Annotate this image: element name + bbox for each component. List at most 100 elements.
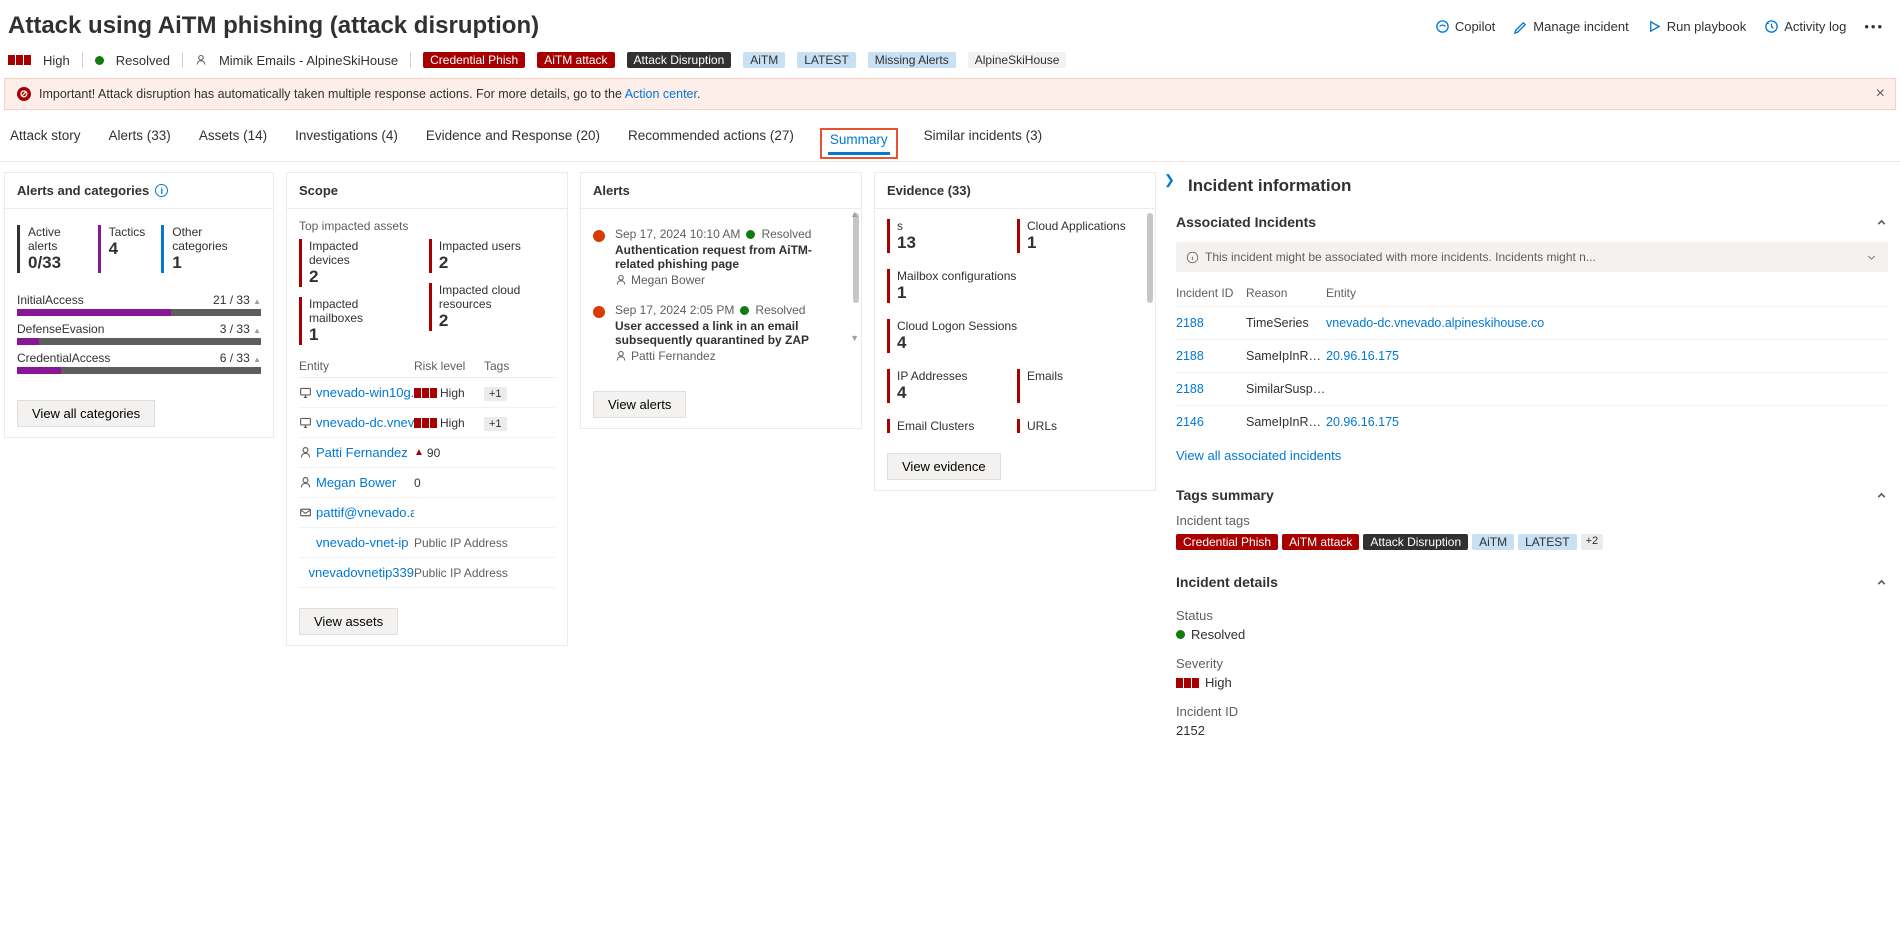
chevron-up-icon <box>1875 489 1888 502</box>
status-label: Status <box>1176 608 1888 623</box>
activity-log-button[interactable]: Activity log <box>1764 19 1846 34</box>
incident-tag[interactable]: Attack Disruption <box>627 52 732 68</box>
active-alerts-stat: Active alerts0/33 <box>17 225 98 273</box>
copilot-button[interactable]: Copilot <box>1435 19 1495 34</box>
disruption-banner: ⊘ Important! Attack disruption has autom… <box>4 78 1896 110</box>
view-evidence-button[interactable]: View evidence <box>887 453 1001 480</box>
associated-incident-row[interactable]: 2188TimeSeriesvnevado-dc.vnevado.alpines… <box>1176 306 1888 339</box>
scroll-up-icon[interactable]: ▲ <box>850 209 859 219</box>
alert-severity-dot-icon <box>593 230 605 242</box>
section-header[interactable]: Tags summary <box>1176 483 1888 507</box>
entity-table-header: EntityRisk levelTags <box>299 355 555 378</box>
scope-subtitle: Top impacted assets <box>299 219 555 239</box>
category-row[interactable]: InitialAccess21 / 33 ▲ <box>17 293 261 316</box>
incident-tag[interactable]: Attack Disruption <box>1363 534 1468 550</box>
view-assets-button[interactable]: View assets <box>299 608 398 635</box>
evidence-stat: Email Clusters <box>887 419 987 433</box>
severity-icon <box>8 55 31 65</box>
incident-tag[interactable]: AiTM attack <box>537 52 614 68</box>
tab-summary[interactable]: Summary <box>828 132 890 155</box>
association-info-message: This incident might be associated with m… <box>1176 242 1888 272</box>
incident-tags-label: Incident tags <box>1176 513 1888 528</box>
view-all-categories-button[interactable]: View all categories <box>17 400 155 427</box>
incident-tag[interactable]: AiTM attack <box>1282 534 1359 550</box>
incident-id-label: Incident ID <box>1176 704 1888 719</box>
associated-incident-row[interactable]: 2188SameIpInRecen...20.96.16.175 <box>1176 339 1888 372</box>
page-title: Attack using AiTM phishing (attack disru… <box>8 12 539 40</box>
banner-close-icon[interactable]: × <box>1876 85 1885 103</box>
chevron-up-icon <box>1875 576 1888 589</box>
tab-recommended[interactable]: Recommended actions (27) <box>626 128 796 161</box>
severity-label: Severity <box>1176 656 1888 671</box>
incident-tag[interactable]: Credential Phish <box>423 52 525 68</box>
more-tags-count[interactable]: +2 <box>1581 534 1604 550</box>
summary-content: Alerts and categoriesi Active alerts0/33… <box>0 162 1900 768</box>
scrollbar[interactable] <box>1147 213 1153 303</box>
run-playbook-button[interactable]: Run playbook <box>1647 19 1747 34</box>
alerts-card: Alerts ▲ ▼ Sep 17, 2024 10:10 AMResolved… <box>580 172 862 429</box>
associated-incident-row[interactable]: 2188SimilarSuspicio... <box>1176 372 1888 405</box>
incident-tag[interactable]: Credential Phish <box>1176 534 1278 550</box>
incident-tag[interactable]: LATEST <box>1518 534 1576 550</box>
entity-row[interactable]: Megan Bower0 <box>299 468 555 498</box>
incident-meta: High Resolved Mimik Emails - AlpineSkiHo… <box>0 48 1900 78</box>
alert-item[interactable]: Sep 17, 2024 10:10 AMResolved Authentica… <box>593 219 849 295</box>
evidence-stat: Cloud Logon Sessions4 <box>887 319 1017 353</box>
tab-attack-story[interactable]: Attack story <box>8 128 83 161</box>
tab-alerts[interactable]: Alerts (33) <box>107 128 173 161</box>
info-icon <box>1186 251 1199 264</box>
card-title: Alerts <box>581 173 861 209</box>
header-actions: Copilot Manage incident Run playbook Act… <box>1435 19 1884 34</box>
more-button[interactable]: ••• <box>1864 19 1884 34</box>
evidence-stat: IP Addresses4 <box>887 369 987 403</box>
manage-incident-button[interactable]: Manage incident <box>1513 19 1628 34</box>
other-categories-stat: Other categories1 <box>161 225 261 273</box>
tab-evidence[interactable]: Evidence and Response (20) <box>424 128 602 161</box>
banner-warning-icon: ⊘ <box>17 87 31 101</box>
associated-incidents-section: Associated Incidents This incident might… <box>1176 210 1888 463</box>
tab-assets[interactable]: Assets (14) <box>197 128 269 161</box>
tab-investigations[interactable]: Investigations (4) <box>293 128 400 161</box>
section-header[interactable]: Incident details <box>1176 570 1888 594</box>
evidence-stat: URLs <box>1017 419 1117 433</box>
entity-row[interactable]: vnevado-win10g.v... High+1 <box>299 378 555 408</box>
scrollbar[interactable] <box>853 213 859 303</box>
owner-text: Mimik Emails - AlpineSkiHouse <box>219 53 398 68</box>
incident-tag[interactable]: AlpineSkiHouse <box>968 52 1067 68</box>
category-row[interactable]: DefenseEvasion3 / 33 ▲ <box>17 322 261 345</box>
entity-row[interactable]: vnevadovnetip339Public IP Address <box>299 558 555 588</box>
alert-severity-dot-icon <box>593 306 605 318</box>
info-icon[interactable]: i <box>155 184 168 197</box>
incident-tabs: Attack story Alerts (33) Assets (14) Inv… <box>0 110 1900 162</box>
entity-row[interactable]: vnevado-vnet-ipPublic IP Address <box>299 528 555 558</box>
incident-tag[interactable]: LATEST <box>797 52 855 68</box>
page-header: Attack using AiTM phishing (attack disru… <box>0 0 1900 48</box>
status-dot-icon <box>95 56 104 65</box>
status-text: Resolved <box>116 53 170 68</box>
entity-row[interactable]: vnevado-dc.vneva... High+1 <box>299 408 555 438</box>
section-header[interactable]: Associated Incidents <box>1176 210 1888 234</box>
view-all-associated-link[interactable]: View all associated incidents <box>1176 448 1341 463</box>
category-row[interactable]: CredentialAccess6 / 33 ▲ <box>17 351 261 374</box>
scroll-down-icon[interactable]: ▼ <box>850 333 859 343</box>
incident-info-panel: ❯ Incident information Associated Incide… <box>1168 172 1896 758</box>
action-center-link[interactable]: Action center <box>625 87 697 101</box>
collapse-panel-icon[interactable]: ❯ <box>1164 172 1175 188</box>
incident-tag[interactable]: Missing Alerts <box>868 52 956 68</box>
impacted-stat: Impacted devices2 <box>299 239 399 287</box>
entity-row[interactable]: Patti Fernandez▲ 90 <box>299 438 555 468</box>
panel-title: Incident information <box>1188 176 1888 196</box>
incident-details-section: Incident details Status Resolved Severit… <box>1176 570 1888 738</box>
alert-item[interactable]: Sep 17, 2024 2:05 PMResolved User access… <box>593 295 849 371</box>
associated-incident-row[interactable]: 2146SameIpInRecen...20.96.16.175 <box>1176 405 1888 438</box>
card-title: Evidence (33) <box>875 173 1155 209</box>
view-alerts-button[interactable]: View alerts <box>593 391 686 418</box>
tab-similar[interactable]: Similar incidents (3) <box>922 128 1045 161</box>
severity-text: High <box>43 53 70 68</box>
banner-text: Important! Attack disruption has automat… <box>39 87 700 101</box>
entity-row[interactable]: pattif@vnevado.al... <box>299 498 555 528</box>
status-value: Resolved <box>1176 627 1888 642</box>
incident-tag[interactable]: AiTM <box>743 52 785 68</box>
incident-tag[interactable]: AiTM <box>1472 534 1514 550</box>
impacted-stat: Impacted users2 <box>429 239 555 273</box>
